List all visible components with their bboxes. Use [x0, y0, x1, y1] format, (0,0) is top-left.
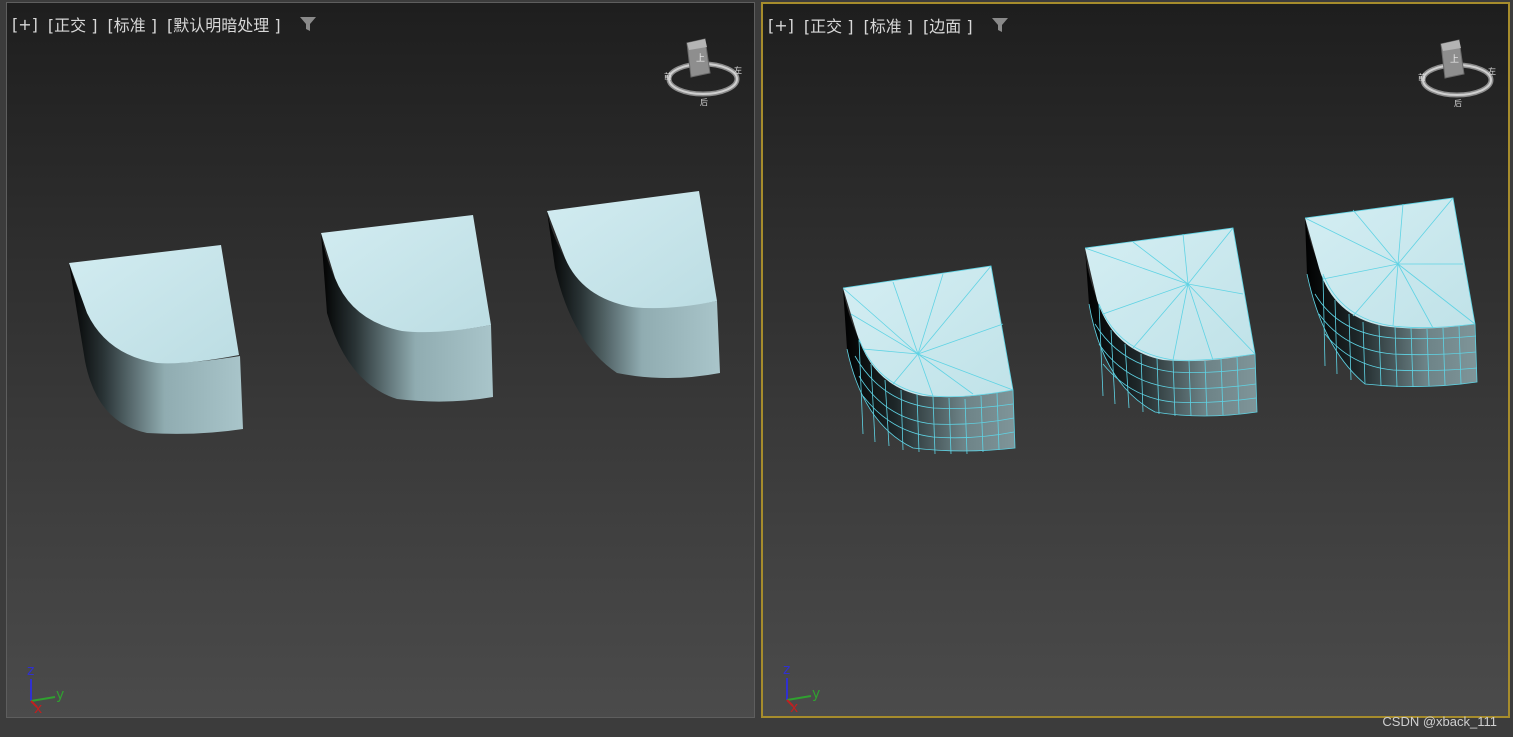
axis-x-label: x	[34, 701, 42, 713]
shaded-object-2[interactable]	[321, 215, 493, 402]
axis-y-label: y	[812, 686, 820, 702]
axis-z-label: z	[783, 662, 790, 678]
shaded-object-1[interactable]	[69, 245, 243, 434]
scene-edged-faces[interactable]	[763, 4, 1508, 716]
scene-shaded[interactable]	[7, 3, 755, 718]
wireframe-object-2[interactable]	[1084, 227, 1258, 417]
axis-y-label: y	[56, 687, 64, 703]
viewport-perspective-edged-faces[interactable]: [+] [正交 ] [标准 ] [边面 ] 上 前 左 后 z y x	[761, 2, 1510, 718]
shaded-object-3[interactable]	[547, 191, 720, 378]
wireframe-object-3[interactable]	[1304, 197, 1478, 388]
axis-z-label: z	[27, 663, 34, 679]
axis-tripod: z y x	[25, 657, 75, 717]
viewport-perspective-shaded[interactable]: [+] [正交 ] [标准 ] [默认明暗处理 ] 上 前 左 后 z y x	[6, 2, 755, 718]
watermark: CSDN @xback_111	[1382, 714, 1497, 729]
axis-x-label: x	[790, 700, 798, 712]
axis-tripod: z y x	[781, 656, 831, 716]
wireframe-object-1[interactable]	[842, 265, 1016, 455]
